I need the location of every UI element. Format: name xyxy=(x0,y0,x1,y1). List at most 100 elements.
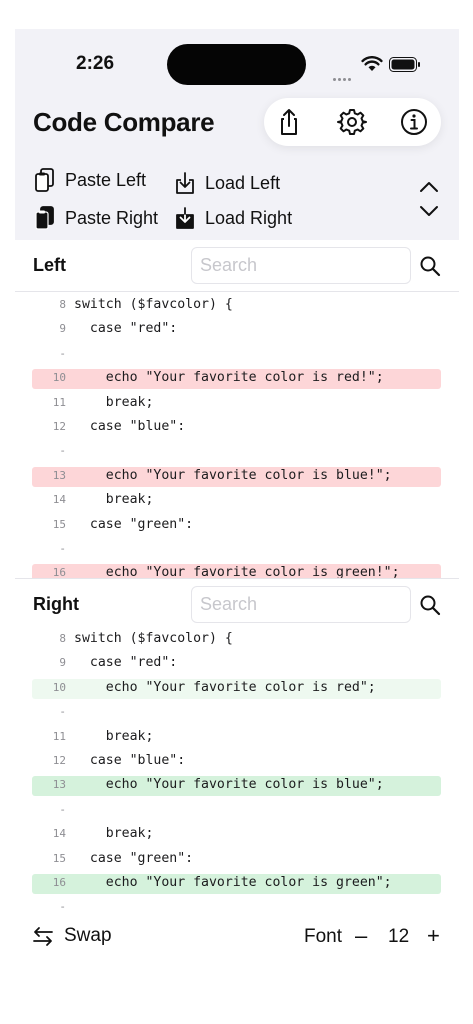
code-text: echo "Your favorite color is green!"; xyxy=(74,565,400,578)
code-row: 14 break; xyxy=(15,823,459,847)
code-text: case "green": xyxy=(74,850,194,866)
line-number: - xyxy=(59,346,66,360)
paste-right-button[interactable]: Paste Right xyxy=(34,206,158,230)
line-number: - xyxy=(59,705,66,719)
line-number: 13 xyxy=(52,778,66,792)
toolbar xyxy=(264,98,441,146)
code-text: break; xyxy=(74,492,154,508)
code-gap-row: - xyxy=(15,440,459,464)
right-pane-header: Right xyxy=(15,578,459,631)
gear-icon[interactable] xyxy=(337,107,367,137)
code-text: echo "Your favorite color is blue"; xyxy=(74,777,384,793)
code-text: echo "Your favorite color is green"; xyxy=(74,875,392,890)
code-row: 13 echo "Your favorite color is blue"; xyxy=(15,774,459,798)
code-text: break; xyxy=(74,394,154,410)
load-filled-icon xyxy=(176,207,194,229)
diff-highlight xyxy=(32,442,441,462)
app-title: Code Compare xyxy=(33,107,215,137)
battery-icon xyxy=(389,57,420,72)
app-screen: 2:26 Code Compare Paste Left Load Left P… xyxy=(15,29,459,959)
code-text: case "red": xyxy=(74,321,178,337)
code-gap-row: - xyxy=(15,799,459,823)
load-right-label: Load Right xyxy=(205,207,293,228)
paste-icon xyxy=(35,168,54,192)
bottom-bar: Swap Font – 12 + xyxy=(15,915,459,959)
left-pane-header: Left xyxy=(15,240,459,292)
swap-button[interactable]: Swap xyxy=(32,925,112,947)
code-row: 13 echo "Your favorite color is blue!"; xyxy=(15,465,459,489)
code-text: switch ($favcolor) { xyxy=(74,297,233,312)
search-icon[interactable] xyxy=(419,255,441,277)
code-row: 9 case "red": xyxy=(15,652,459,676)
code-gap-row: - xyxy=(15,343,459,367)
line-number: 10 xyxy=(52,371,66,385)
font-decrease-button[interactable]: – xyxy=(355,923,367,949)
line-number: 13 xyxy=(52,468,66,482)
paste-left-button[interactable]: Paste Left xyxy=(34,168,146,192)
chevron-down-icon[interactable] xyxy=(418,203,440,219)
diff-highlight xyxy=(32,801,441,821)
code-gap-row: - xyxy=(15,538,459,562)
code-row: 10 echo "Your favorite color is red!"; xyxy=(15,367,459,391)
code-text: case "blue": xyxy=(74,753,186,768)
line-number: 12 xyxy=(52,420,66,433)
cellular-signal-icon xyxy=(333,68,353,86)
right-search-input[interactable] xyxy=(191,586,411,623)
load-left-label: Load Left xyxy=(205,172,281,193)
line-number: 12 xyxy=(52,754,66,767)
line-number: - xyxy=(59,542,66,555)
chevron-up-icon[interactable] xyxy=(418,179,440,195)
swap-label: Swap xyxy=(64,925,112,946)
code-row: 8 switch ($favcolor) { xyxy=(15,294,459,318)
search-icon[interactable] xyxy=(419,594,441,616)
line-number: 10 xyxy=(52,680,66,694)
code-gap-row: - xyxy=(15,701,459,725)
code-text: break; xyxy=(74,826,154,842)
line-number: 11 xyxy=(52,395,66,409)
share-icon[interactable] xyxy=(274,107,304,137)
code-text: switch ($favcolor) { xyxy=(74,631,233,646)
left-code-view[interactable]: 8 switch ($favcolor) {9 case "red": -10 ec… xyxy=(15,292,459,578)
code-gap-row: - xyxy=(15,896,459,915)
line-number: 15 xyxy=(52,851,66,865)
line-number: 8 xyxy=(59,298,66,311)
diff-highlight xyxy=(32,703,441,723)
load-icon xyxy=(176,172,194,194)
font-label: Font xyxy=(304,926,343,947)
font-size-value: 12 xyxy=(388,926,410,947)
code-text: case "red": xyxy=(74,655,178,671)
line-number: 16 xyxy=(52,566,66,578)
line-number: 9 xyxy=(59,322,66,336)
line-number: 9 xyxy=(59,656,66,670)
code-row: 14 break; xyxy=(15,489,459,513)
load-right-button[interactable]: Load Right xyxy=(174,206,292,230)
wifi-icon xyxy=(361,56,383,71)
line-number: - xyxy=(59,444,66,458)
code-row: 11 break; xyxy=(15,392,459,416)
right-pane-label: Right xyxy=(33,594,79,614)
code-text: echo "Your favorite color is blue!"; xyxy=(74,467,392,483)
load-left-button[interactable]: Load Left xyxy=(174,171,280,195)
left-search-input[interactable] xyxy=(191,247,411,284)
code-row: 8 switch ($favcolor) { xyxy=(15,628,459,652)
info-icon[interactable] xyxy=(399,107,429,137)
line-number: - xyxy=(59,802,66,816)
code-text: echo "Your favorite color is red"; xyxy=(74,679,376,695)
diff-highlight xyxy=(32,898,441,915)
code-row: 16 echo "Your favorite color is green"; xyxy=(15,872,459,896)
diff-highlight xyxy=(32,345,441,365)
paste-left-label: Paste Left xyxy=(65,169,147,190)
right-code-view[interactable]: 8 switch ($favcolor) {9 case "red": 10 ech… xyxy=(15,628,459,915)
code-row: 15 case "green": xyxy=(15,848,459,872)
code-row: 11 break; xyxy=(15,726,459,750)
left-pane-label: Left xyxy=(33,255,66,275)
code-text: break; xyxy=(74,728,154,744)
dynamic-island xyxy=(167,44,306,85)
swap-icon xyxy=(33,927,53,946)
code-row: 15 case "green": xyxy=(15,514,459,538)
font-increase-button[interactable]: + xyxy=(427,923,440,949)
diff-highlight xyxy=(32,540,441,560)
line-number: 14 xyxy=(52,493,66,507)
code-row: 10 echo "Your favorite color is red"; xyxy=(15,677,459,701)
line-number: 15 xyxy=(52,517,66,531)
